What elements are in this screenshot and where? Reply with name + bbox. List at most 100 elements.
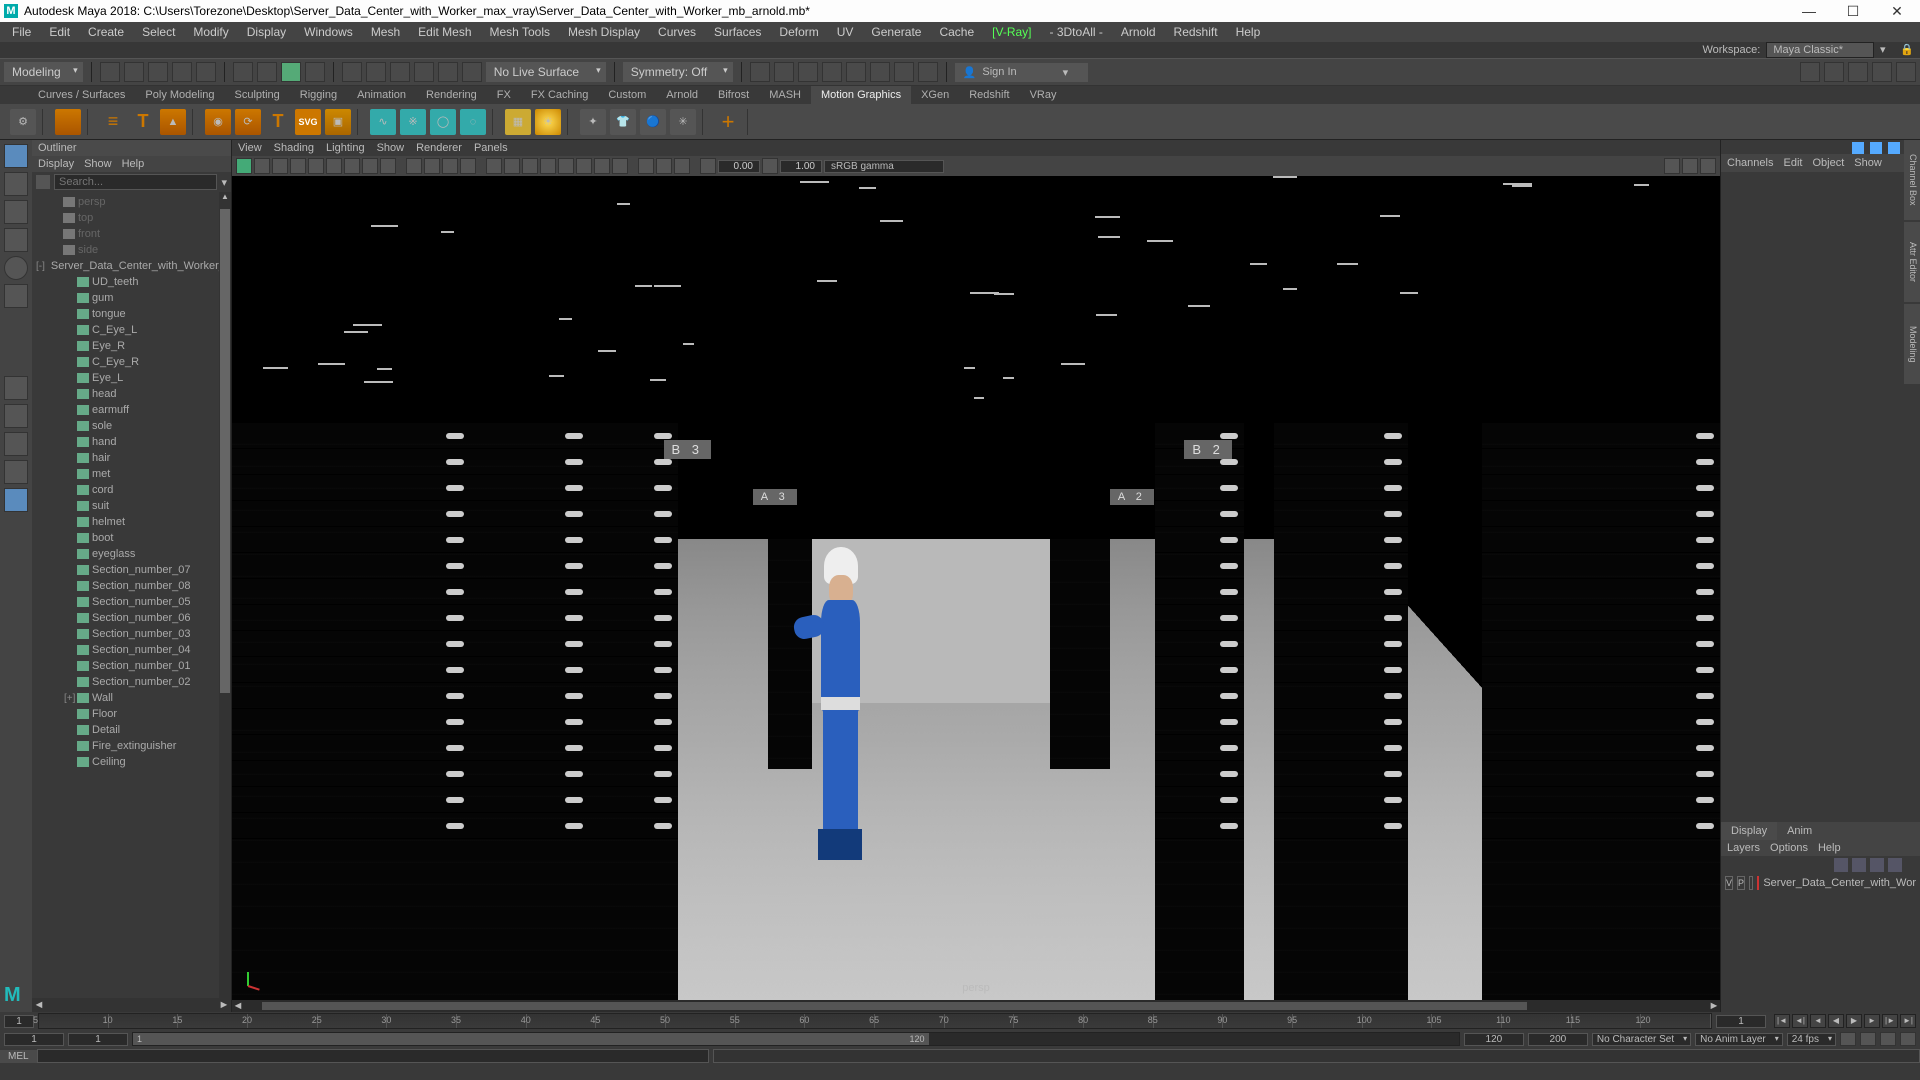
outliner-item[interactable]: top xyxy=(32,210,231,226)
workspace-dropdown[interactable]: Maya Classic* xyxy=(1766,42,1874,58)
render-settings-icon[interactable] xyxy=(822,62,842,82)
shelf-tab-fx[interactable]: FX xyxy=(487,86,521,104)
vp-shadows-icon[interactable] xyxy=(558,158,574,174)
vp-toggle3-icon[interactable] xyxy=(290,158,306,174)
range-loop-icon[interactable] xyxy=(1840,1032,1856,1046)
menu-cache[interactable]: Cache xyxy=(931,23,982,41)
menu-display[interactable]: Display xyxy=(239,23,294,41)
outliner-item[interactable]: Detail xyxy=(32,722,231,738)
outliner-tree[interactable]: persptopfrontside[-]Server_Data_Center_w… xyxy=(32,192,231,998)
vp-resolution-gate-icon[interactable] xyxy=(442,158,458,174)
vp-expand-icon[interactable] xyxy=(1700,158,1716,174)
outliner-item[interactable]: Section_number_01 xyxy=(32,658,231,674)
sparkle-icon[interactable]: ✦ xyxy=(580,109,606,135)
step-forward-button[interactable]: ► xyxy=(1864,1014,1880,1028)
layer-btn2-icon[interactable] xyxy=(1852,858,1866,872)
outliner-item[interactable]: Section_number_05 xyxy=(32,594,231,610)
shelf-tab-custom[interactable]: Custom xyxy=(598,86,656,104)
snap-grid-icon[interactable] xyxy=(342,62,362,82)
outliner-item[interactable]: [-]Server_Data_Center_with_Worker_ncl xyxy=(32,258,231,274)
vp-isolate-icon[interactable] xyxy=(638,158,654,174)
vp-toggle5-icon[interactable] xyxy=(326,158,342,174)
shelf-tab-motion-graphics[interactable]: Motion Graphics xyxy=(811,86,911,104)
menu-curves[interactable]: Curves xyxy=(650,23,704,41)
minimize-button[interactable]: — xyxy=(1796,3,1822,20)
toggle-tool-settings-icon[interactable] xyxy=(1872,62,1892,82)
bullet-list-icon[interactable]: ≡ xyxy=(100,109,126,135)
vp-refresh-icon[interactable] xyxy=(1682,158,1698,174)
outliner-pane-icon[interactable] xyxy=(4,488,28,512)
paint-select-icon[interactable] xyxy=(281,62,301,82)
range-slider[interactable]: 1 1 1 120 120 200 No Character Set No An… xyxy=(0,1030,1920,1048)
snap-point-icon[interactable] xyxy=(390,62,410,82)
vp-toggle7-icon[interactable] xyxy=(362,158,378,174)
outliner-item[interactable]: sole xyxy=(32,418,231,434)
shelf-tab-fx-caching[interactable]: FX Caching xyxy=(521,86,598,104)
shelf-tab-vray[interactable]: VRay xyxy=(1020,86,1067,104)
outliner-item[interactable]: persp xyxy=(32,194,231,210)
vp-shaded-icon[interactable] xyxy=(504,158,520,174)
range-prefs-icon[interactable] xyxy=(1880,1032,1896,1046)
maximize-button[interactable]: ☐ xyxy=(1840,3,1866,20)
viewport-3d[interactable]: B 3 A 3 A 2 B 2 persp xyxy=(232,176,1720,1000)
outliner-item[interactable]: Section_number_08 xyxy=(32,578,231,594)
range-handle-start[interactable]: 1 xyxy=(137,1034,142,1044)
outliner-item[interactable]: cord xyxy=(32,482,231,498)
viewport-scrollbar-h[interactable]: ◄► xyxy=(232,1000,1720,1012)
undo-icon[interactable] xyxy=(172,62,192,82)
vp-motion-blur-icon[interactable] xyxy=(594,158,610,174)
type-tool-icon[interactable]: T xyxy=(130,109,156,135)
jersey-icon[interactable]: 👕 xyxy=(610,109,636,135)
layer-btn1-icon[interactable] xyxy=(1834,858,1848,872)
outliner-item[interactable]: Section_number_03 xyxy=(32,626,231,642)
tab-display[interactable]: Display xyxy=(1721,822,1777,840)
vtab-modeling-toolkit[interactable]: Modeling xyxy=(1904,304,1920,384)
last-tool-icon[interactable] xyxy=(4,284,28,308)
lasso-tool-icon[interactable] xyxy=(4,172,28,196)
vp-menu-panels[interactable]: Panels xyxy=(474,142,508,154)
cb-icon2[interactable] xyxy=(1870,142,1882,154)
ipr-icon[interactable] xyxy=(798,62,818,82)
layer-menu-help[interactable]: Help xyxy=(1818,842,1841,854)
cb-menu-show[interactable]: Show xyxy=(1854,157,1882,169)
menu-set-dropdown[interactable]: Modeling xyxy=(4,62,83,82)
outliner-item[interactable]: hair xyxy=(32,450,231,466)
svg-import-icon[interactable]: SVG xyxy=(295,109,321,135)
shelf-options-icon[interactable]: ⚙ xyxy=(10,109,36,135)
shelf-tab-arnold[interactable]: Arnold xyxy=(656,86,708,104)
lasso-select-icon[interactable] xyxy=(257,62,277,82)
pause-icon[interactable] xyxy=(918,62,938,82)
selection-mask-icon[interactable] xyxy=(305,62,325,82)
outliner-item[interactable]: Section_number_07 xyxy=(32,562,231,578)
outliner-item[interactable]: Eye_R xyxy=(32,338,231,354)
vp-menu-show[interactable]: Show xyxy=(377,142,405,154)
outliner-item[interactable]: hand xyxy=(32,434,231,450)
menu-generate[interactable]: Generate xyxy=(863,23,929,41)
vp-exposure-field[interactable]: 0.00 xyxy=(718,160,760,173)
current-frame-field[interactable]: 1 xyxy=(4,1015,34,1028)
mash-network-icon[interactable] xyxy=(55,109,81,135)
range-inner-end-field[interactable]: 120 xyxy=(1464,1033,1524,1046)
outliner-item[interactable]: gum xyxy=(32,290,231,306)
menu-uv[interactable]: UV xyxy=(829,23,862,41)
outliner-item[interactable]: Section_number_02 xyxy=(32,674,231,690)
range-inner-start-field[interactable]: 1 xyxy=(68,1033,128,1046)
vp-gate-mask-icon[interactable] xyxy=(460,158,476,174)
range-end-field[interactable]: 200 xyxy=(1528,1033,1588,1046)
range-track[interactable]: 1 120 xyxy=(132,1032,1460,1046)
vp-textured-icon[interactable] xyxy=(522,158,538,174)
play-back-button[interactable]: ◀ xyxy=(1828,1014,1844,1028)
display-layer-row[interactable]: V P Server_Data_Center_with_Wor xyxy=(1721,874,1920,892)
outliner-item[interactable]: C_Eye_R xyxy=(32,354,231,370)
toggle-modeling-toolkit-icon[interactable] xyxy=(1800,62,1820,82)
outliner-item[interactable]: Fire_extinguisher xyxy=(32,738,231,754)
range-prefs2-icon[interactable] xyxy=(1900,1032,1916,1046)
vp-add-icon[interactable] xyxy=(1664,158,1680,174)
select-tool-icon[interactable] xyxy=(4,144,28,168)
layer-visibility-toggle[interactable]: V xyxy=(1725,876,1733,890)
menu-edit[interactable]: Edit xyxy=(41,23,78,41)
new-scene-icon[interactable] xyxy=(100,62,120,82)
outliner-item[interactable]: earmuff xyxy=(32,402,231,418)
single-pane-icon[interactable] xyxy=(4,376,28,400)
history-icon[interactable] xyxy=(750,62,770,82)
